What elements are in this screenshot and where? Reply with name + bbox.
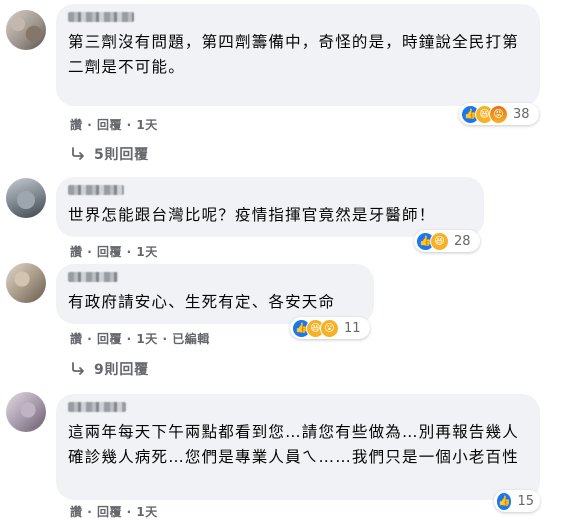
reaction-count: 15 [517,493,534,509]
commenter-name-blurred[interactable] [68,12,134,22]
commenter-name-blurred[interactable] [68,185,124,195]
reaction-count: 38 [513,106,530,122]
comment-text: 這兩年每天下午兩點都看到您…請您有些做為…別再報告幾人確診幾人病死…您們是專業人… [68,423,519,466]
comment-actions: 讚 · 回覆 · 1天 [70,245,158,259]
reply-arrow-icon [72,362,84,375]
avatar[interactable] [6,392,46,432]
avatar[interactable] [6,263,46,303]
wow-icon: 😮 [320,318,339,338]
reply-button[interactable]: 回覆 [97,332,122,346]
reply-button[interactable]: 回覆 [97,245,122,259]
timestamp[interactable]: 1天 [136,505,157,519]
comment-actions: 讚 · 回覆 · 1天 [70,118,158,132]
like-button[interactable]: 讚 [70,505,83,519]
reply-button[interactable]: 回覆 [97,505,122,519]
timestamp[interactable]: 1天 [136,332,157,346]
view-replies-button[interactable]: 9則回覆 [70,359,149,379]
commenter-name-blurred[interactable] [68,402,126,412]
reaction-summary[interactable]: 👍 😆 28 [414,230,480,252]
reply-button[interactable]: 回覆 [97,118,122,132]
avatar[interactable] [6,10,46,50]
commenter-name-blurred[interactable] [68,272,118,282]
comment-bubble: 世界怎能跟台灣比呢？疫情指揮官竟然是牙醫師！ [56,177,484,237]
haha-icon: 😆 [430,231,449,251]
comment-text: 第三劑沒有問題，第四劑籌備中，奇怪的是，時鐘說全民打第二劑是不可能。 [68,33,519,76]
replies-label: 9則回覆 [94,362,149,378]
replies-label: 5則回覆 [94,147,149,163]
reply-arrow-icon [72,147,84,160]
view-replies-button[interactable]: 5則回覆 [70,144,149,164]
reaction-count: 28 [454,233,471,249]
avatar[interactable] [6,178,46,218]
like-button[interactable]: 讚 [70,118,83,132]
reaction-summary[interactable]: 👍 15 [494,490,540,512]
comment-actions: 讚 · 回覆 · 1天 [70,505,158,519]
like-icon: 👍 [496,491,513,511]
like-button[interactable]: 讚 [70,245,83,259]
edited-label[interactable]: 已編輯 [172,332,210,346]
timestamp[interactable]: 1天 [136,245,157,259]
comment-bubble: 有政府請安心、生死有定、各安天命 [56,264,374,324]
comment-text: 世界怎能跟台灣比呢？疫情指揮官竟然是牙醫師！ [68,206,436,224]
comment-bubble: 這兩年每天下午兩點都看到您…請您有些做為…別再報告幾人確診幾人病死…您們是專業人… [56,394,540,500]
comment-bubble: 第三劑沒有問題，第四劑籌備中，奇怪的是，時鐘說全民打第二劑是不可能。 [56,4,540,106]
timestamp[interactable]: 1天 [136,118,157,132]
reaction-summary[interactable]: 👍 😆 😮 11 [290,317,370,339]
reaction-summary[interactable]: 👍 😆 😡 38 [459,103,539,125]
comment-actions: 讚 · 回覆 · 1天 · 已編輯 [70,332,210,346]
comment-text: 有政府請安心、生死有定、各安天命 [68,293,336,311]
reaction-count: 11 [344,320,361,336]
like-button[interactable]: 讚 [70,332,83,346]
angry-icon: 😡 [489,104,508,124]
